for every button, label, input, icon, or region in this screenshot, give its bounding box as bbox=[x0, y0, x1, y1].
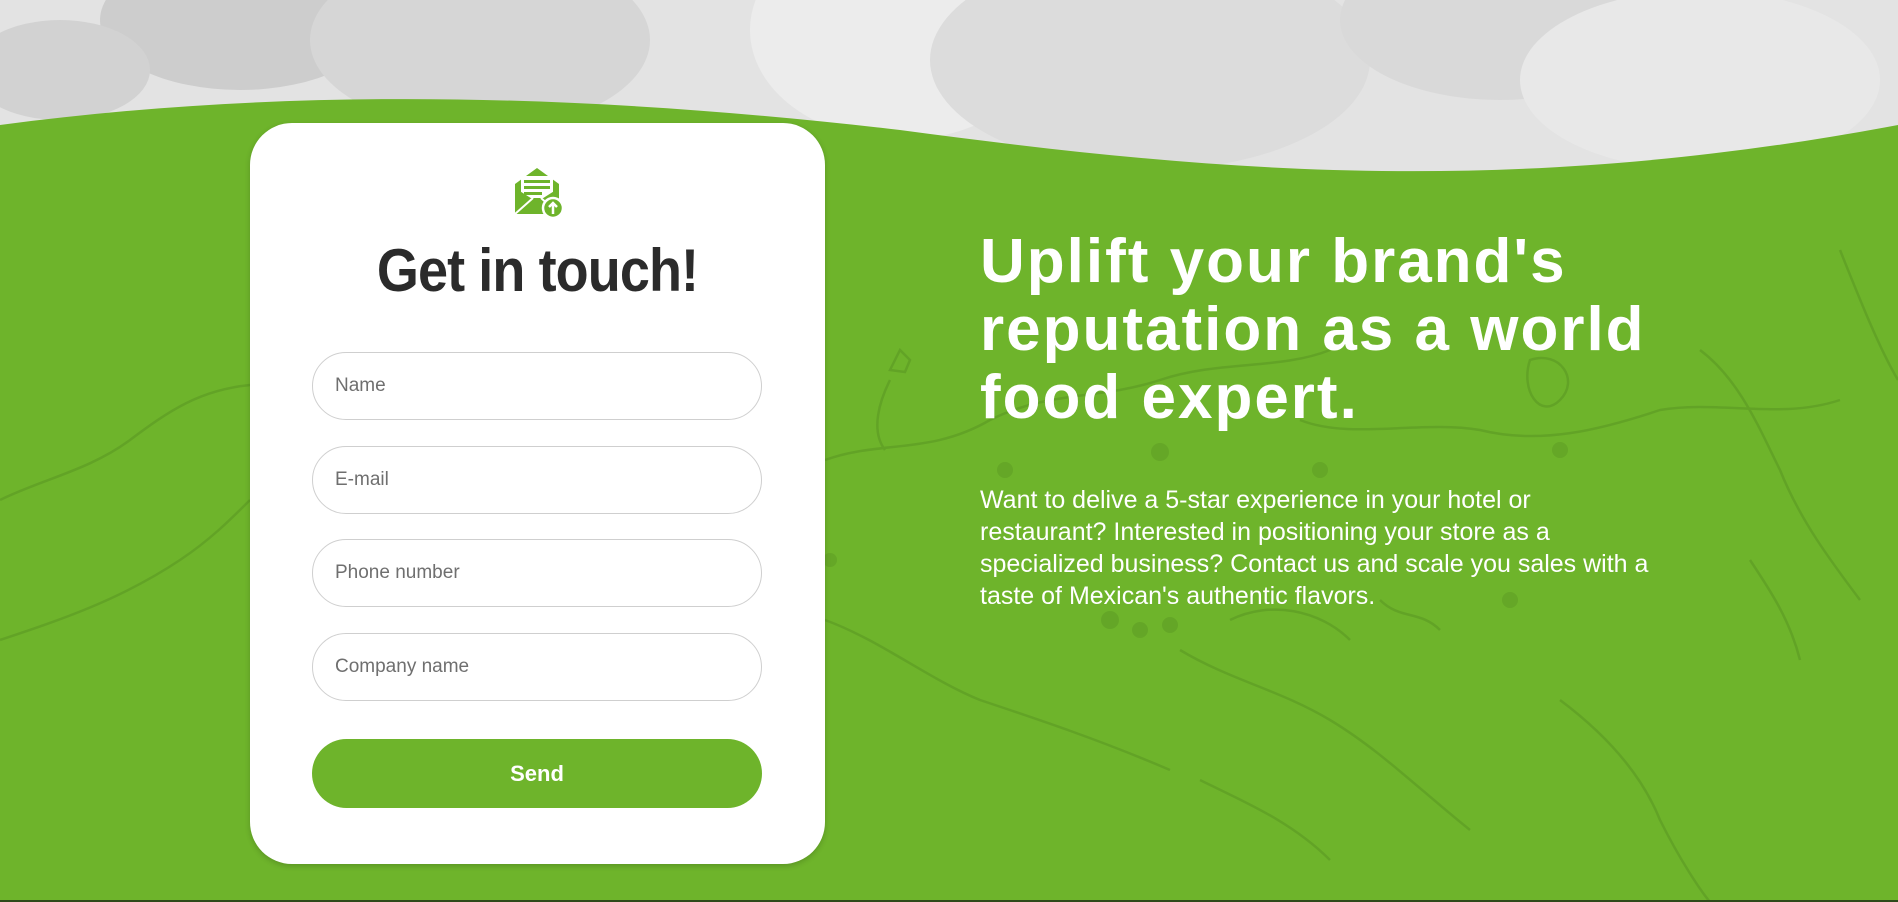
contact-form-title: Get in touch! bbox=[376, 237, 699, 304]
email-field[interactable] bbox=[312, 446, 762, 514]
mail-upload-icon bbox=[514, 168, 565, 218]
send-button[interactable]: Send bbox=[312, 739, 762, 808]
promo-headline: Uplift your brand's reputation as a worl… bbox=[980, 227, 1646, 432]
name-field[interactable] bbox=[312, 352, 762, 420]
promo-description: Want to delive a 5-star experience in yo… bbox=[980, 486, 1649, 610]
phone-field[interactable] bbox=[312, 539, 762, 607]
contact-section: Get in touch! Send Uplift your brand's r… bbox=[0, 0, 1898, 902]
company-field[interactable] bbox=[312, 633, 762, 701]
contact-form-card: Get in touch! Send bbox=[250, 123, 825, 864]
